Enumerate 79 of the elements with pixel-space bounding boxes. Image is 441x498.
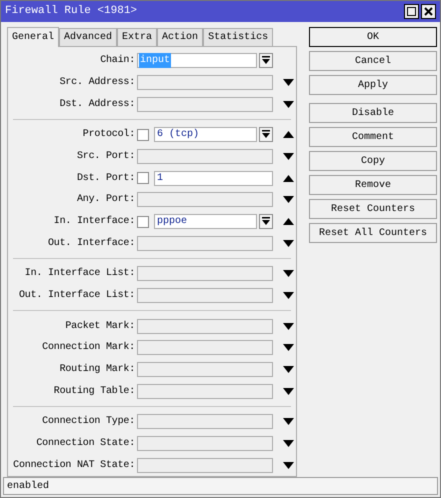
field-label: Src. Address: <box>58 76 136 90</box>
action-button[interactable]: Remove <box>309 175 437 195</box>
expand-arrow-icon[interactable] <box>283 462 294 469</box>
input-field[interactable] <box>137 362 273 378</box>
dropdown-button[interactable] <box>259 214 273 230</box>
field-label: Routing Mark: <box>58 362 136 378</box>
expand-arrow-icon[interactable] <box>283 270 294 278</box>
field-label: Any. Port: <box>76 193 136 208</box>
field-label: Connection Mark: <box>41 340 136 356</box>
input-field[interactable] <box>137 192 273 208</box>
expand-arrow-icon[interactable] <box>283 440 294 448</box>
window-title: Firewall Rule <1981> <box>5 4 138 20</box>
input-field[interactable] <box>137 149 273 164</box>
action-button[interactable]: Reset Counters <box>309 199 437 219</box>
input-field[interactable] <box>137 318 273 334</box>
collapse-arrow-icon[interactable] <box>283 131 294 138</box>
expand-arrow-icon[interactable] <box>283 100 294 108</box>
field-label: Routing Table: <box>52 384 136 399</box>
action-button[interactable]: Disable <box>309 103 437 123</box>
tab[interactable]: Advanced <box>59 28 118 46</box>
field-label: Out. Interface List: <box>18 288 136 304</box>
field-label: Src. Port: <box>76 150 136 164</box>
action-button[interactable]: Apply <box>309 75 437 95</box>
tab[interactable]: Action <box>157 28 204 46</box>
input-field[interactable] <box>137 236 273 251</box>
action-button[interactable]: Reset All Counters <box>309 223 437 243</box>
input-field[interactable] <box>137 96 273 112</box>
expand-arrow-icon[interactable] <box>283 79 294 86</box>
field-label: Protocol: <box>82 128 136 142</box>
expand-arrow-icon[interactable] <box>283 292 294 300</box>
action-button[interactable]: OK <box>309 27 437 47</box>
input-field[interactable] <box>137 414 273 430</box>
field-label: Chain: <box>99 54 136 68</box>
input-field[interactable] <box>137 266 273 282</box>
field-label: Connection State: <box>35 436 136 452</box>
expand-arrow-icon[interactable] <box>283 418 294 426</box>
expand-arrow-icon[interactable] <box>283 388 294 395</box>
input-field[interactable] <box>137 458 273 473</box>
input-field[interactable] <box>137 384 273 399</box>
field-label: In. Interface List: <box>24 266 136 282</box>
dropdown-icon <box>262 130 270 140</box>
field-label: Connection NAT State: <box>12 458 136 473</box>
expand-arrow-icon[interactable] <box>283 153 294 160</box>
expand-arrow-icon[interactable] <box>283 366 294 374</box>
dropdown-icon <box>262 56 270 66</box>
input-field[interactable] <box>137 436 273 452</box>
input-field[interactable]: pppoe <box>154 214 257 230</box>
dropdown-icon <box>262 217 270 226</box>
input-field[interactable] <box>137 340 273 356</box>
status-bar: enabled <box>3 477 438 495</box>
action-button[interactable]: Comment <box>309 127 437 147</box>
collapse-arrow-icon[interactable] <box>283 218 294 226</box>
input-field[interactable] <box>137 75 273 90</box>
field-label: Out. Interface: <box>46 236 136 251</box>
negate-checkbox[interactable] <box>137 172 149 184</box>
field-label: Dst. Address: <box>58 98 136 112</box>
expand-arrow-icon[interactable] <box>283 240 294 247</box>
expand-arrow-icon[interactable] <box>283 344 294 352</box>
field-label: In. Interface: <box>52 214 136 230</box>
input-field[interactable]: 1 <box>154 170 273 186</box>
expand-arrow-icon[interactable] <box>283 196 294 204</box>
field-label: Connection Type: <box>41 414 136 430</box>
input-field[interactable]: 6 (tcp) <box>154 127 257 142</box>
action-button[interactable]: Cancel <box>309 51 437 71</box>
close-button[interactable] <box>421 4 436 19</box>
tab[interactable]: Statistics <box>203 28 274 46</box>
expand-arrow-icon[interactable] <box>283 322 294 330</box>
negate-checkbox[interactable] <box>137 128 149 141</box>
field-label: Dst. Port: <box>76 172 136 186</box>
input-field[interactable] <box>137 288 273 304</box>
dropdown-button[interactable] <box>259 53 273 68</box>
collapse-arrow-icon[interactable] <box>283 174 294 182</box>
negate-checkbox[interactable] <box>137 216 149 228</box>
action-button[interactable]: Copy <box>309 151 437 171</box>
dropdown-button[interactable] <box>259 127 273 142</box>
tab[interactable]: Extra <box>117 28 158 46</box>
maximize-button[interactable] <box>404 4 419 19</box>
field-label: Packet Mark: <box>64 320 136 334</box>
tab[interactable]: General <box>7 27 60 47</box>
